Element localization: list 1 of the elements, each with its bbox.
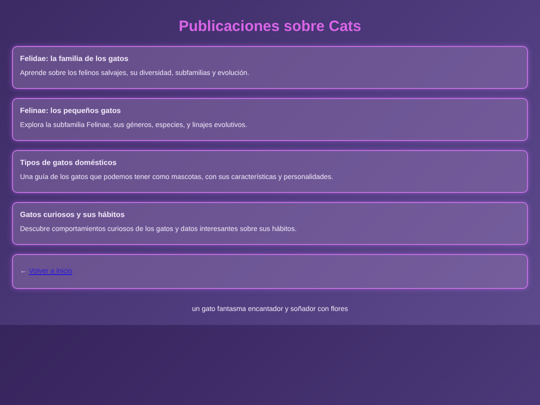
page-title: Publicaciones sobre Cats — [178, 18, 362, 35]
